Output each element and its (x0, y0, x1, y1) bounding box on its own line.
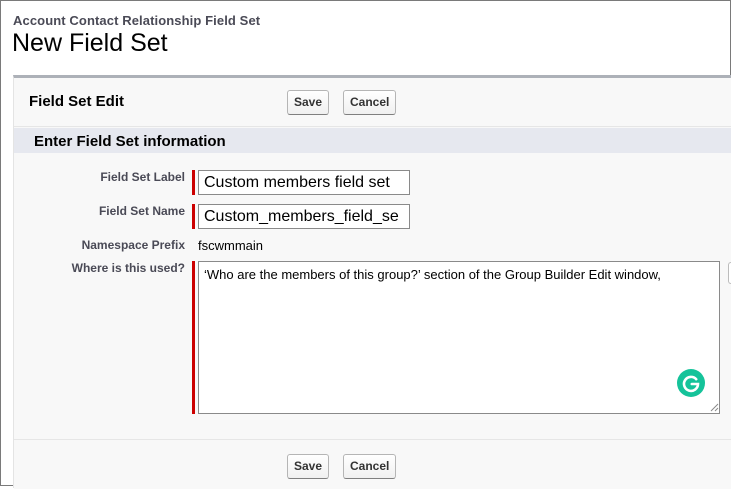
field-name-row: Field Set Name (14, 204, 185, 222)
section-title: Enter Field Set information (34, 133, 226, 150)
footer-cancel-button[interactable]: Cancel (343, 454, 397, 479)
panel-header: Field Set Edit Save Cancel (14, 78, 731, 127)
panel-footer: Save Cancel (14, 439, 731, 489)
field-set-edit-panel: Field Set Edit Save Cancel Enter Field S… (13, 75, 731, 489)
page-title: New Field Set (12, 29, 168, 57)
namespace-prefix-value: fscwmmain (198, 238, 264, 253)
field-label-row: Field Set Label (14, 170, 185, 188)
namespace-prefix-label: Namespace Prefix (81, 238, 185, 252)
window-frame: Account Contact Relationship Field Set N… (0, 0, 731, 489)
namespace-row: Namespace Prefix (14, 238, 185, 256)
where-used-label: Where is this used? (71, 261, 185, 275)
footer-save-button[interactable]: Save (287, 454, 330, 479)
cancel-button[interactable]: Cancel (343, 90, 397, 115)
resize-grip-icon[interactable] (709, 402, 719, 412)
grammarly-icon[interactable] (677, 369, 705, 397)
required-indicator (192, 170, 195, 195)
field-set-label-input[interactable]: Custom members field set (198, 170, 410, 195)
field-set-name-input[interactable]: Custom_members_field_se (198, 204, 410, 229)
panel-title: Field Set Edit (29, 93, 125, 110)
section-header: Enter Field Set information (14, 128, 731, 153)
save-button[interactable]: Save (287, 90, 330, 115)
field-set-label-label: Field Set Label (100, 170, 185, 184)
field-set-name-label: Field Set Name (98, 204, 185, 218)
where-used-row: Where is this used? (14, 261, 185, 279)
breadcrumb: Account Contact Relationship Field Set (13, 13, 261, 28)
where-used-textarea[interactable]: ‘Who are the members of this group?’ sec… (198, 261, 720, 414)
required-indicator (192, 261, 195, 414)
required-indicator (192, 204, 195, 229)
